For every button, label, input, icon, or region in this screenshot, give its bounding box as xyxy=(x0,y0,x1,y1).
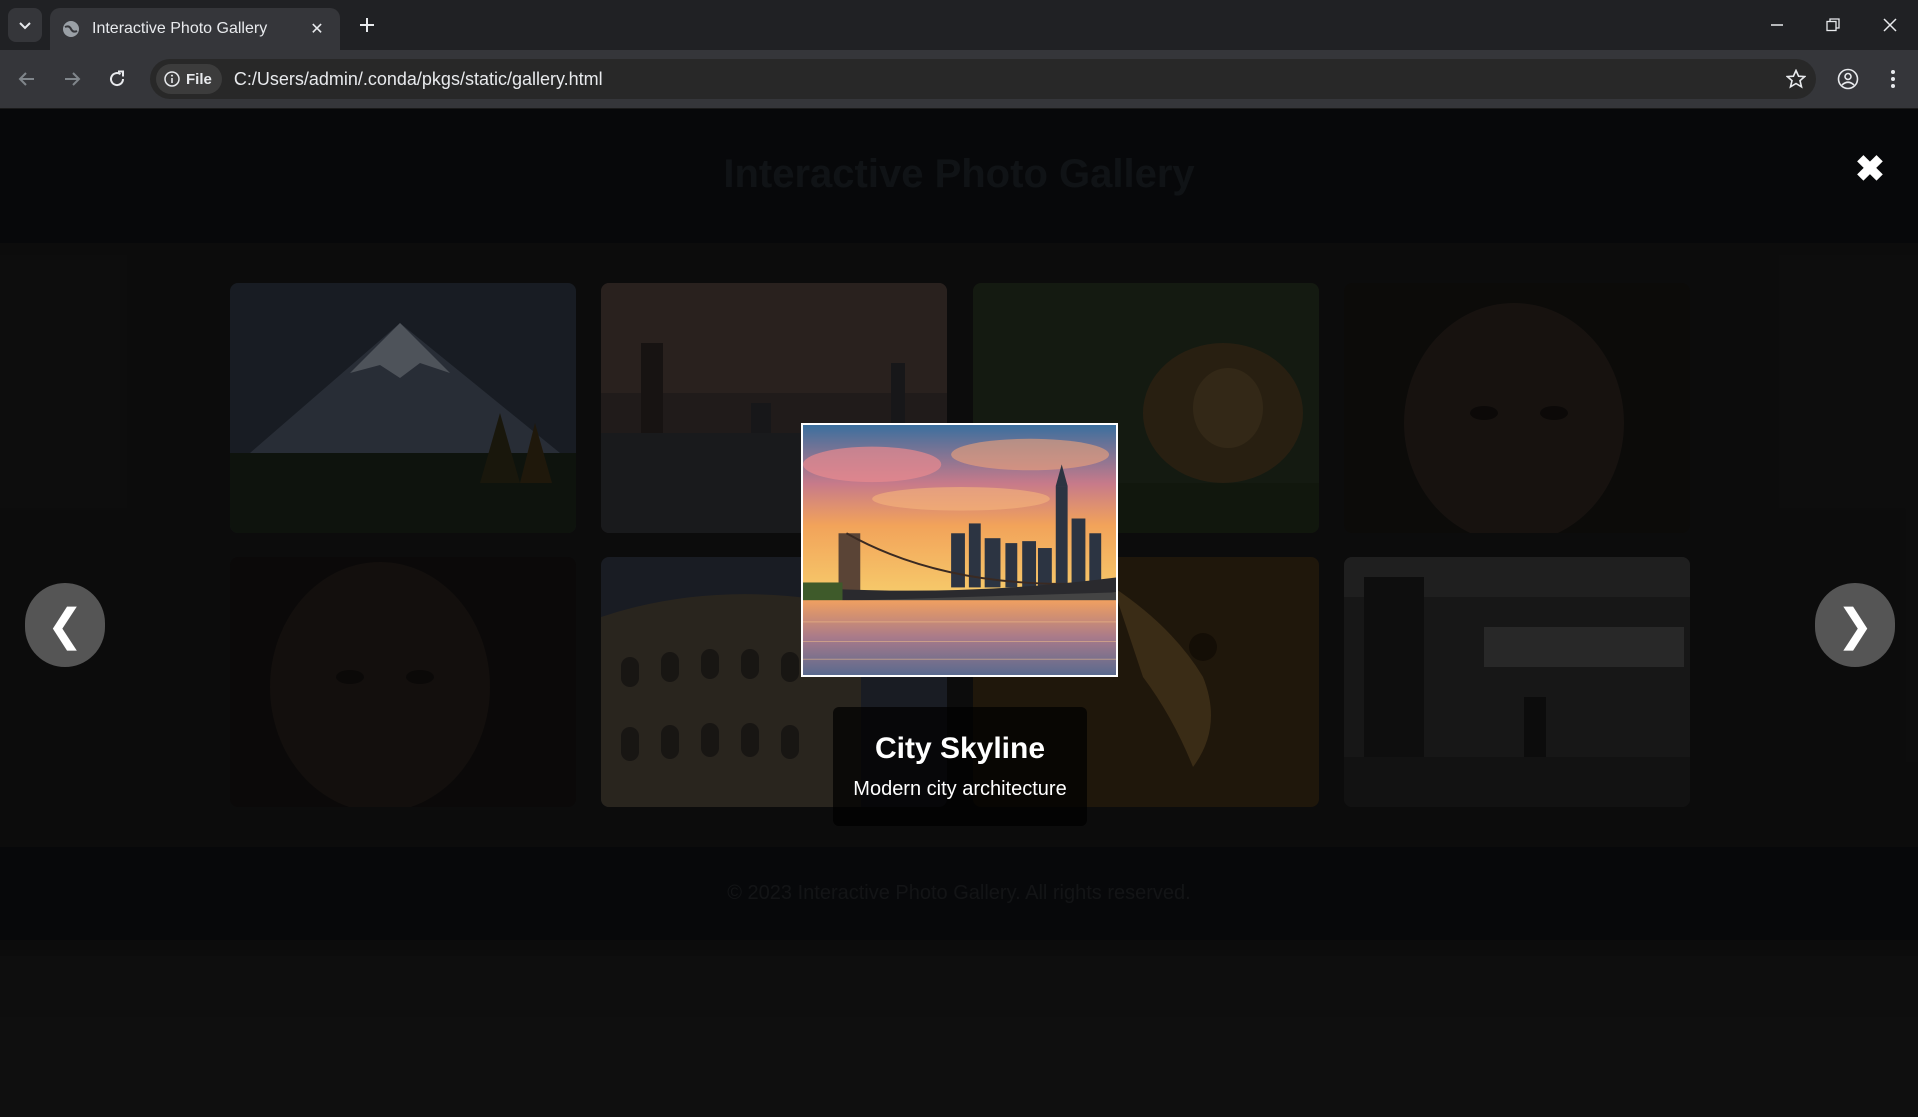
lightbox-overlay[interactable]: ✖ ❮ ❯ City Skyline Modern city architect… xyxy=(0,109,1918,1117)
restore-icon xyxy=(1826,18,1840,32)
lightbox-image xyxy=(801,423,1118,677)
address-bar[interactable]: File C:/Users/admin/.conda/pkgs/static/g… xyxy=(150,59,1816,99)
tab-search-button[interactable] xyxy=(8,8,42,42)
page-viewport: Interactive Photo Gallery © 2023 Interac… xyxy=(0,109,1918,1117)
bookmark-button[interactable] xyxy=(1776,59,1816,99)
browser-tab[interactable]: Interactive Photo Gallery ✕ xyxy=(50,8,340,50)
info-icon xyxy=(164,71,180,87)
menu-button[interactable] xyxy=(1876,62,1910,96)
lightbox-next-button[interactable]: ❯ xyxy=(1815,583,1895,667)
arrow-right-icon xyxy=(65,72,81,86)
profile-icon xyxy=(1837,68,1859,90)
star-icon xyxy=(1786,69,1806,89)
reload-icon xyxy=(110,70,125,87)
lightbox-close-icon[interactable]: ✖ xyxy=(1852,151,1888,187)
lightbox-caption: City Skyline Modern city architecture xyxy=(833,707,1087,826)
profile-button[interactable] xyxy=(1831,62,1865,96)
tab-title: Interactive Photo Gallery xyxy=(92,20,268,37)
plus-icon xyxy=(360,18,374,32)
site-info-chip[interactable]: File xyxy=(156,64,222,94)
site-chip-label: File xyxy=(186,70,212,88)
globe-icon xyxy=(63,21,79,37)
caption-description: Modern city architecture xyxy=(853,778,1067,800)
city-skyline-photo xyxy=(803,425,1116,675)
forward-button[interactable] xyxy=(55,62,89,96)
close-window-button[interactable] xyxy=(1870,8,1910,42)
url-text[interactable]: C:/Users/admin/.conda/pkgs/static/galler… xyxy=(234,69,1776,90)
caption-title: City Skyline xyxy=(874,732,1046,765)
restore-button[interactable] xyxy=(1813,8,1853,42)
reload-button[interactable] xyxy=(100,62,134,96)
arrow-left-icon xyxy=(18,72,34,86)
minimize-button[interactable] xyxy=(1757,8,1797,42)
minimize-icon xyxy=(1771,24,1783,26)
back-button[interactable] xyxy=(10,62,44,96)
chevron-down-icon xyxy=(19,22,31,30)
new-tab-button[interactable] xyxy=(352,10,382,40)
browser-tab-bar: Interactive Photo Gallery ✕ xyxy=(0,0,1918,50)
browser-toolbar: File C:/Users/admin/.conda/pkgs/static/g… xyxy=(0,50,1918,108)
more-vertical-icon xyxy=(1891,70,1895,88)
close-tab-icon[interactable]: ✕ xyxy=(306,18,328,40)
close-icon xyxy=(1883,18,1897,32)
lightbox-prev-button[interactable]: ❮ xyxy=(25,583,105,667)
